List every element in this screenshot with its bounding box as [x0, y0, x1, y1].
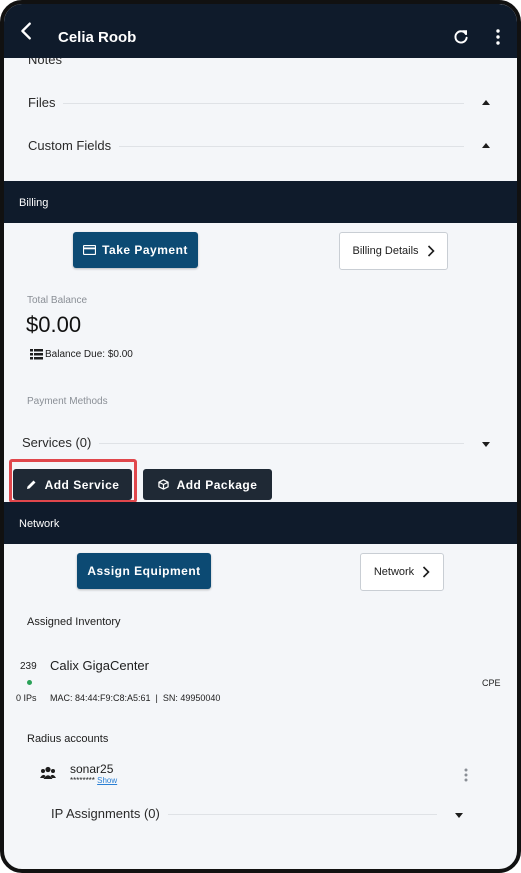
device-frame: Celia Roob Notes Files Custom Fields Bil… [0, 0, 521, 873]
balance-due-text: Balance Due: $0.00 [45, 349, 133, 360]
radius-username: sonar25 [70, 762, 114, 776]
inventory-mac-sn: MAC: 84:44:F9:C8:A5:61 | SN: 49950040 [50, 693, 221, 703]
assigned-inventory-label: Assigned Inventory [27, 616, 121, 628]
billing-details-button[interactable]: Billing Details [339, 232, 448, 270]
more-options-icon[interactable] [463, 767, 469, 783]
total-balance-value: $0.00 [26, 312, 82, 337]
network-label: Network [373, 566, 415, 578]
scroll-content[interactable]: Notes Files Custom Fields Billing Take P… [4, 58, 517, 869]
network-section-title: Network [19, 518, 60, 530]
custom-fields-row[interactable]: Custom Fields [28, 137, 494, 157]
take-payment-label: Take Payment [102, 243, 188, 257]
credit-card-icon [83, 245, 97, 255]
ip-assignments-label: IP Assignments (0) [51, 805, 168, 823]
assign-equipment-label: Assign Equipment [87, 564, 201, 578]
total-balance-label: Total Balance [27, 295, 88, 306]
custom-fields-label: Custom Fields [28, 137, 120, 155]
more-options-icon[interactable] [493, 28, 503, 46]
add-package-label: Add Package [176, 477, 258, 492]
radius-password: ******** Show [70, 776, 117, 785]
files-label: Files [28, 94, 64, 112]
notes-label: Notes [28, 58, 62, 67]
users-icon [40, 766, 56, 779]
inventory-type: CPE [482, 678, 501, 688]
collapse-caret-icon[interactable] [482, 143, 490, 148]
app-header: Celia Roob [4, 4, 517, 58]
back-arrow-icon[interactable] [16, 20, 38, 42]
network-button[interactable]: Network [360, 553, 444, 591]
inventory-id: 239 [20, 661, 37, 672]
add-package-button[interactable]: Add Package [143, 469, 272, 500]
list-icon [30, 349, 43, 360]
expand-caret-icon[interactable] [482, 442, 490, 447]
show-password-link[interactable]: Show [97, 776, 117, 785]
divider [28, 103, 464, 104]
expand-caret-icon[interactable] [455, 813, 463, 818]
chevron-right-icon [427, 245, 435, 257]
files-row[interactable]: Files [28, 94, 494, 114]
take-payment-button[interactable]: Take Payment [73, 232, 198, 268]
password-mask: ******** [70, 776, 95, 785]
payment-methods-label: Payment Methods [27, 396, 108, 407]
radius-accounts-label: Radius accounts [27, 733, 109, 745]
status-dot [27, 680, 32, 685]
page-title: Celia Roob [58, 29, 137, 46]
chevron-right-icon [423, 566, 430, 578]
add-service-highlight [9, 459, 137, 503]
billing-section-header: Billing [4, 181, 517, 223]
package-icon [157, 479, 169, 490]
services-row[interactable]: Services (0) [22, 434, 494, 454]
services-label: Services (0) [22, 434, 100, 452]
inventory-ips: 0 IPs [16, 693, 37, 703]
billing-details-label: Billing Details [352, 245, 419, 257]
assign-equipment-button[interactable]: Assign Equipment [77, 553, 211, 589]
ip-assignments-row[interactable]: IP Assignments (0) [51, 805, 467, 825]
balance-due: Balance Due: $0.00 [30, 349, 133, 360]
refresh-icon[interactable] [452, 28, 470, 46]
billing-section-title: Billing [19, 197, 49, 209]
inventory-name[interactable]: Calix GigaCenter [50, 658, 149, 673]
network-section-header: Network [4, 502, 517, 544]
collapse-caret-icon[interactable] [482, 100, 490, 105]
